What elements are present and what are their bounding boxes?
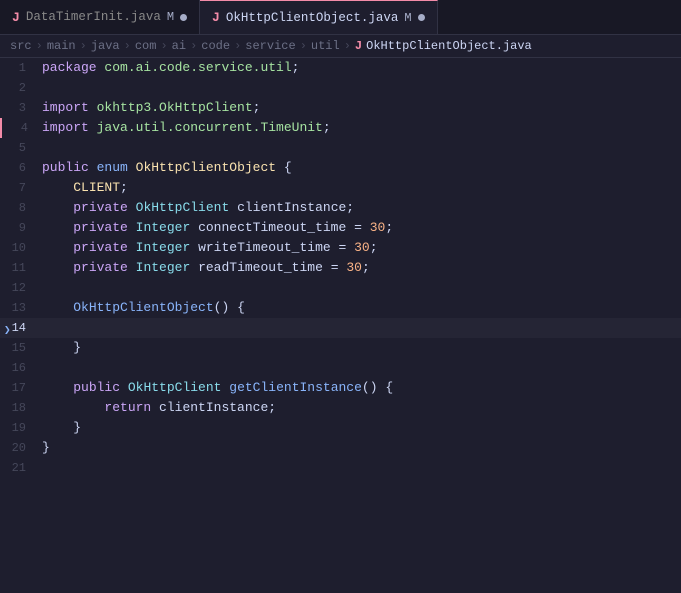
lc-15: } xyxy=(42,338,681,358)
line-7: 7 CLIENT; xyxy=(0,178,681,198)
sep6: › xyxy=(234,39,241,53)
breadcrumb-filename: OkHttpClientObject.java xyxy=(366,39,532,53)
lc-6: public enum OkHttpClientObject { xyxy=(42,158,681,178)
breadcrumb-ai[interactable]: ai xyxy=(172,39,186,53)
java-icon-tab1: J xyxy=(12,10,20,25)
lc-11: private Integer readTimeout_time = 30; xyxy=(42,258,681,278)
ln-6: 6 xyxy=(0,158,42,178)
line-5: 5 xyxy=(0,138,681,158)
lc-18: return clientInstance; xyxy=(42,398,681,418)
line-18: 18 return clientInstance; xyxy=(0,398,681,418)
lc-7: CLIENT; xyxy=(42,178,681,198)
line-4: 4 import java.util.concurrent.TimeUnit; xyxy=(0,118,681,138)
line-15: 15 } xyxy=(0,338,681,358)
breadcrumb-util[interactable]: util xyxy=(311,39,340,53)
ln-11: 11 xyxy=(0,258,42,278)
lc-17: public OkHttpClient getClientInstance() … xyxy=(42,378,681,398)
line-11: 11 private Integer readTimeout_time = 30… xyxy=(0,258,681,278)
modified-indicator-M-2: M xyxy=(404,11,411,25)
ln-14: ❯14 xyxy=(0,318,42,338)
ln-2: 2 xyxy=(0,78,42,98)
sep3: › xyxy=(124,39,131,53)
ln-9: 9 xyxy=(0,218,42,238)
tab1-unsaved-dot xyxy=(180,14,187,21)
tab-okhttpclientobject[interactable]: J OkHttpClientObject.java M xyxy=(200,0,438,34)
line-9: 9 private Integer connectTimeout_time = … xyxy=(0,218,681,238)
editor-area[interactable]: 1 package com.ai.code.service.util; 2 3 … xyxy=(0,58,681,590)
line-21: 21 xyxy=(0,458,681,478)
line-13: 13 OkHttpClientObject() { xyxy=(0,298,681,318)
sep8: › xyxy=(344,39,351,53)
tab2-label: OkHttpClientObject.java xyxy=(226,11,399,25)
lc-1: package com.ai.code.service.util; xyxy=(42,58,681,78)
sep1: › xyxy=(36,39,43,53)
line-6: 6 public enum OkHttpClientObject { xyxy=(0,158,681,178)
line-17: 17 public OkHttpClient getClientInstance… xyxy=(0,378,681,398)
line-20: 20 } xyxy=(0,438,681,458)
line-14: ❯14 xyxy=(0,318,681,338)
ln-8: 8 xyxy=(0,198,42,218)
breadcrumb-main[interactable]: main xyxy=(47,39,76,53)
breadcrumb-src[interactable]: src xyxy=(10,39,32,53)
ln-16: 16 xyxy=(0,358,42,378)
line-12: 12 xyxy=(0,278,681,298)
lc-13: OkHttpClientObject() { xyxy=(42,298,681,318)
lc-10: private Integer writeTimeout_time = 30; xyxy=(42,238,681,258)
ln-13: 13 xyxy=(0,298,42,318)
modified-indicator-M-1: M xyxy=(167,10,174,24)
line-8: 8 private OkHttpClient clientInstance; xyxy=(0,198,681,218)
line-10: 10 private Integer writeTimeout_time = 3… xyxy=(0,238,681,258)
breadcrumb-com[interactable]: com xyxy=(135,39,157,53)
line-2: 2 xyxy=(0,78,681,98)
tab-bar: J DataTimerInit.java M J OkHttpClientObj… xyxy=(0,0,681,35)
sep2: › xyxy=(80,39,87,53)
ln-17: 17 xyxy=(0,378,42,398)
tab1-label: DataTimerInit.java xyxy=(26,10,161,24)
ln-19: 19 xyxy=(0,418,42,438)
ln-18: 18 xyxy=(0,398,42,418)
ln-12: 12 xyxy=(0,278,42,298)
lc-20: } xyxy=(42,438,681,458)
sep4: › xyxy=(160,39,167,53)
ln-21: 21 xyxy=(0,458,42,478)
ln-4: 4 xyxy=(0,118,42,138)
ln-20: 20 xyxy=(0,438,42,458)
ln-1: 1 xyxy=(0,58,42,78)
line-19: 19 } xyxy=(0,418,681,438)
breadcrumb-code[interactable]: code xyxy=(201,39,230,53)
breadcrumb-service[interactable]: service xyxy=(245,39,295,53)
breadcrumb-java[interactable]: java xyxy=(91,39,120,53)
sep5: › xyxy=(190,39,197,53)
java-icon-tab2: J xyxy=(212,10,220,25)
lc-9: private Integer connectTimeout_time = 30… xyxy=(42,218,681,238)
lc-4: import java.util.concurrent.TimeUnit; xyxy=(42,118,681,138)
ln-10: 10 xyxy=(0,238,42,258)
tab-datatimerinit[interactable]: J DataTimerInit.java M xyxy=(0,0,200,34)
lc-19: } xyxy=(42,418,681,438)
code-area: 1 package com.ai.code.service.util; 2 3 … xyxy=(0,58,681,478)
lc-3: import okhttp3.OkHttpClient; xyxy=(42,98,681,118)
java-icon-breadcrumb: J xyxy=(355,39,362,53)
tab2-unsaved-dot xyxy=(418,14,425,21)
ln-5: 5 xyxy=(0,138,42,158)
line-1: 1 package com.ai.code.service.util; xyxy=(0,58,681,78)
sep7: › xyxy=(300,39,307,53)
breadcrumb: src › main › java › com › ai › code › se… xyxy=(0,35,681,58)
line-16: 16 xyxy=(0,358,681,378)
ln-3: 3 xyxy=(0,98,42,118)
ln-15: 15 xyxy=(0,338,42,358)
lc-8: private OkHttpClient clientInstance; xyxy=(42,198,681,218)
line-3: 3 import okhttp3.OkHttpClient; xyxy=(0,98,681,118)
ln-7: 7 xyxy=(0,178,42,198)
